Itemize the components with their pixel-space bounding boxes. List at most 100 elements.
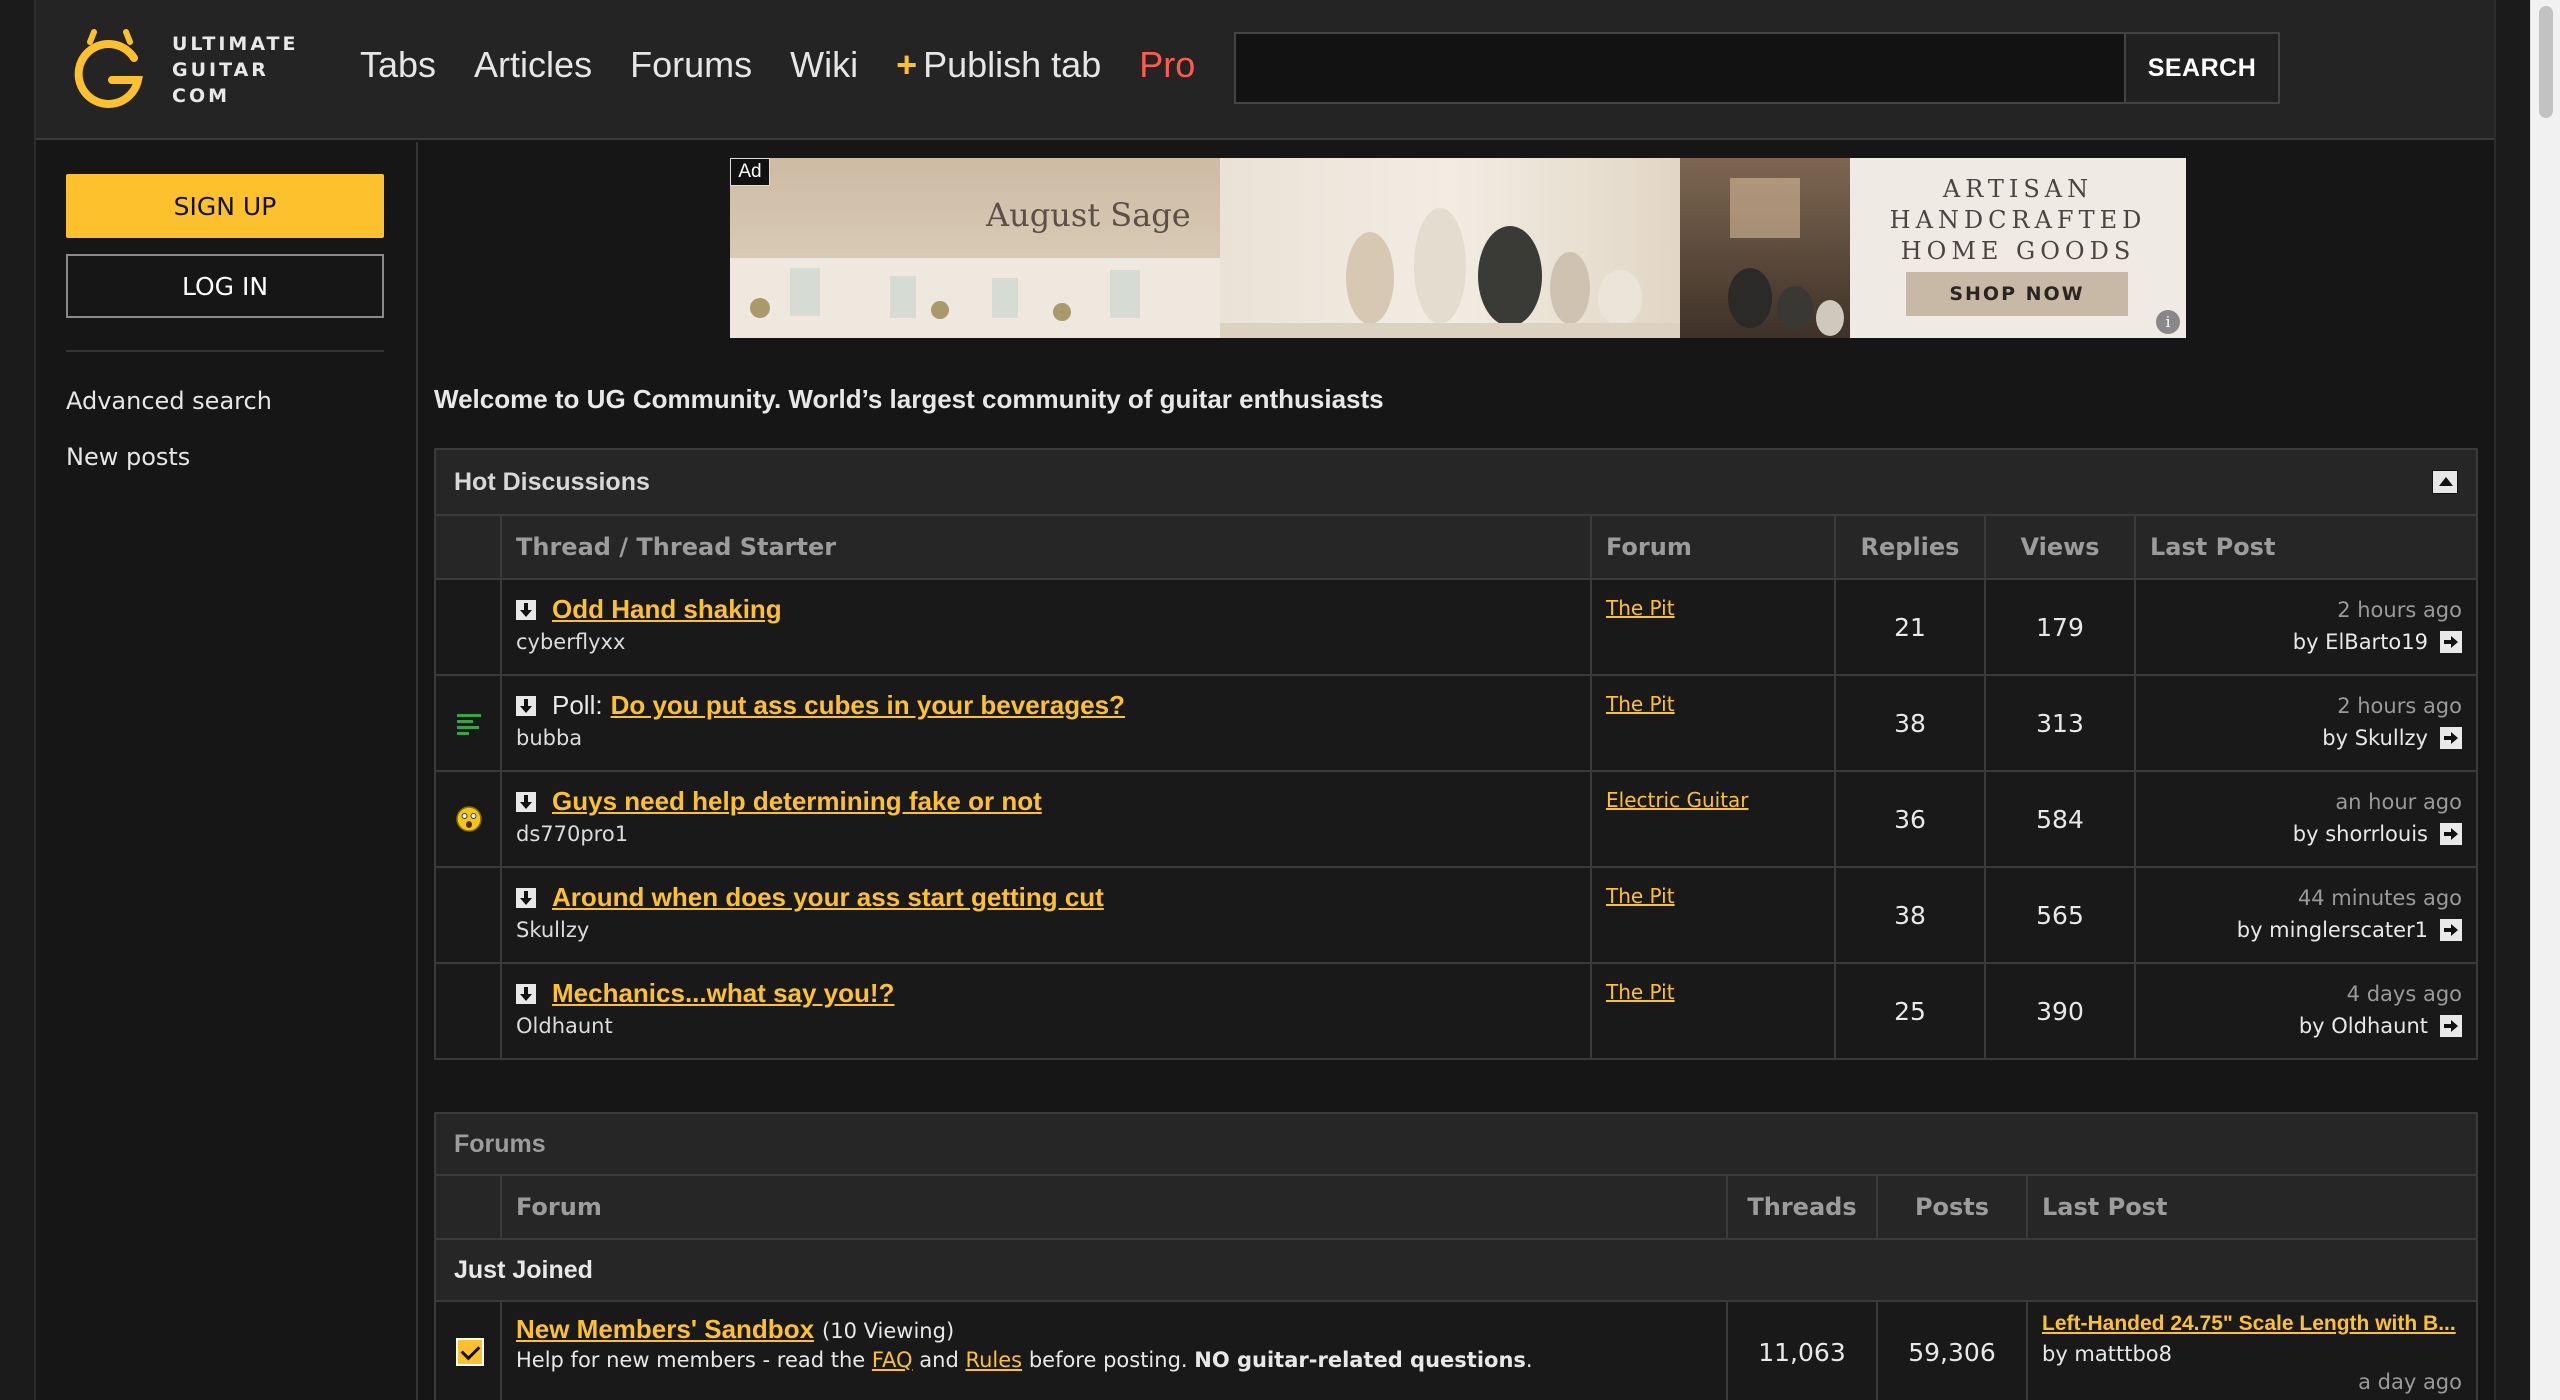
- welcome-heading: Welcome to UG Community. World’s largest…: [434, 384, 1384, 414]
- views-count: 313: [2036, 708, 2084, 738]
- ad-label: Ad: [730, 158, 770, 186]
- last-post-author[interactable]: by matttbo8: [2042, 1342, 2172, 1366]
- table-header-row: Forum Threads Posts Last Post: [436, 1176, 2476, 1240]
- search-button[interactable]: SEARCH: [2124, 32, 2280, 104]
- logo-line: ULTIMATE: [172, 33, 299, 55]
- thread-starter[interactable]: ds770pro1: [516, 822, 628, 846]
- search-input[interactable]: [1234, 32, 2126, 104]
- table-row: Mechanics...what say you!? Oldhaunt The …: [436, 964, 2476, 1058]
- thread-title-link[interactable]: Odd Hand shaking: [552, 594, 782, 625]
- views-count: 179: [2036, 612, 2084, 642]
- first-unread-icon[interactable]: [516, 983, 536, 1004]
- thread-cell: Odd Hand shaking cyberflyxx: [502, 580, 1592, 674]
- go-to-last-post-icon[interactable]: [2440, 1015, 2462, 1037]
- poll-lines-icon: [457, 714, 481, 735]
- thread-starter[interactable]: Oldhaunt: [516, 1014, 613, 1038]
- header-icon-col: [436, 516, 502, 578]
- thread-title-link[interactable]: Mechanics...what say you!?: [552, 978, 894, 1009]
- views-cell: 584: [1986, 772, 2136, 866]
- first-unread-icon[interactable]: [516, 599, 536, 620]
- ad-shop-now-button[interactable]: SHOP NOW: [1906, 272, 2128, 316]
- ad-banner[interactable]: August Sage ARTISAN HANDCRAFTED HOME GOO…: [730, 158, 2186, 338]
- table-row: Around when does your ass start getting …: [436, 868, 2476, 964]
- thread-title-link[interactable]: Do you put ass cubes in your beverages?: [611, 690, 1125, 721]
- faq-link[interactable]: FAQ: [872, 1348, 913, 1372]
- site-logo[interactable]: ULTIMATE GUITAR COM: [68, 28, 299, 112]
- ad-headline-line: HANDCRAFTED: [1889, 206, 2147, 234]
- thread-title-link[interactable]: Guys need help determining fake or not: [552, 786, 1042, 817]
- replies-cell: 25: [1836, 964, 1986, 1058]
- nav-publish-tab[interactable]: + Publish tab: [896, 44, 1101, 86]
- hot-discussions-header: Hot Discussions: [436, 450, 2476, 516]
- ad-headline-line: ARTISAN: [1942, 175, 2094, 203]
- last-post-thread-link[interactable]: Left-Handed 24.75" Scale Length with B..…: [2042, 1312, 2526, 1336]
- thread-cell: Guys need help determining fake or not d…: [502, 772, 1592, 866]
- logo-line: GUITAR: [172, 59, 269, 81]
- go-to-last-post-icon[interactable]: [2440, 823, 2462, 845]
- forum-link[interactable]: The Pit: [1606, 884, 1675, 908]
- sidebar-divider: [66, 350, 384, 352]
- forum-row: New Members' Sandbox (10 Viewing) Help fo…: [436, 1302, 2476, 1400]
- posts-count: 59,306: [1908, 1337, 1996, 1367]
- last-post-author[interactable]: by Skullzy: [2322, 726, 2428, 750]
- table-row: Odd Hand shaking cyberflyxx The Pit 21 1…: [436, 580, 2476, 676]
- replies-cell: 38: [1836, 676, 1986, 770]
- collapse-icon[interactable]: [2432, 470, 2458, 494]
- new-posts-link[interactable]: New posts: [66, 443, 190, 471]
- last-post-time: 2 hours ago: [2337, 598, 2462, 622]
- last-post-author[interactable]: by Oldhaunt: [2299, 1014, 2428, 1038]
- page-scrollbar[interactable]: [2530, 0, 2560, 1400]
- forum-desc-text: .: [1525, 1348, 1533, 1372]
- forum-link[interactable]: Electric Guitar: [1606, 788, 1749, 812]
- posts-cell: 59,306: [1878, 1302, 2028, 1400]
- last-post-author[interactable]: by shorrlouis: [2293, 822, 2428, 846]
- rules-link[interactable]: Rules: [965, 1348, 1022, 1372]
- ug-logo-icon: [68, 28, 152, 112]
- views-count: 565: [2036, 900, 2084, 930]
- thread-title-link[interactable]: Around when does your ass start getting …: [552, 882, 1104, 913]
- forum-link[interactable]: The Pit: [1606, 596, 1675, 620]
- thread-starter[interactable]: bubba: [516, 726, 582, 750]
- last-post-author-line: by Skullzy: [2322, 726, 2462, 750]
- first-unread-icon[interactable]: [516, 695, 536, 716]
- last-post-author[interactable]: by minglerscater1: [2237, 918, 2428, 942]
- logo-line: COM: [172, 85, 231, 107]
- first-unread-icon[interactable]: [516, 887, 536, 908]
- replies-count: 38: [1894, 900, 1926, 930]
- forum-link[interactable]: The Pit: [1606, 980, 1675, 1004]
- last-post-author[interactable]: by ElBarto19: [2293, 630, 2428, 654]
- header-icon-col: [436, 1176, 502, 1238]
- thread-starter[interactable]: Skullzy: [516, 918, 589, 942]
- shocked-face-icon: [456, 806, 482, 832]
- nav-pro[interactable]: Pro: [1139, 44, 1195, 86]
- go-to-last-post-icon[interactable]: [2440, 919, 2462, 941]
- views-cell: 313: [1986, 676, 2136, 770]
- last-post-time: 2 hours ago: [2337, 694, 2462, 718]
- last-post-cell: 4 days ago by Oldhaunt: [2136, 964, 2476, 1058]
- nav-forums[interactable]: Forums: [630, 44, 752, 86]
- thread-starter[interactable]: cyberflyxx: [516, 630, 625, 654]
- scrollbar-thumb[interactable]: [2539, 6, 2553, 118]
- left-sidebar: SIGN UP LOG IN Advanced search New posts: [36, 142, 418, 1400]
- ad-info-icon[interactable]: i: [2156, 310, 2180, 334]
- last-post-cell: 2 hours ago by Skullzy: [2136, 676, 2476, 770]
- forum-title-link[interactable]: New Members' Sandbox: [516, 1314, 814, 1345]
- nav-tabs[interactable]: Tabs: [360, 44, 436, 86]
- views-cell: 390: [1986, 964, 2136, 1058]
- nav-wiki[interactable]: Wiki: [790, 44, 858, 86]
- views-cell: 565: [1986, 868, 2136, 962]
- table-row: Guys need help determining fake or not d…: [436, 772, 2476, 868]
- checkmark-icon: [456, 1338, 484, 1366]
- advanced-search-link[interactable]: Advanced search: [66, 387, 272, 415]
- forum-desc-warning: NO guitar-related questions: [1194, 1348, 1526, 1372]
- first-unread-icon[interactable]: [516, 791, 536, 812]
- sign-up-button[interactable]: SIGN UP: [66, 174, 384, 238]
- nav-articles[interactable]: Articles: [474, 44, 592, 86]
- forum-link[interactable]: The Pit: [1606, 692, 1675, 716]
- last-post-author-line: by Oldhaunt: [2299, 1014, 2462, 1038]
- forum-section-header[interactable]: Just Joined: [436, 1240, 2476, 1302]
- go-to-last-post-icon[interactable]: [2440, 631, 2462, 653]
- go-to-last-post-icon[interactable]: [2440, 727, 2462, 749]
- replies-count: 38: [1894, 708, 1926, 738]
- log-in-button[interactable]: LOG IN: [66, 254, 384, 318]
